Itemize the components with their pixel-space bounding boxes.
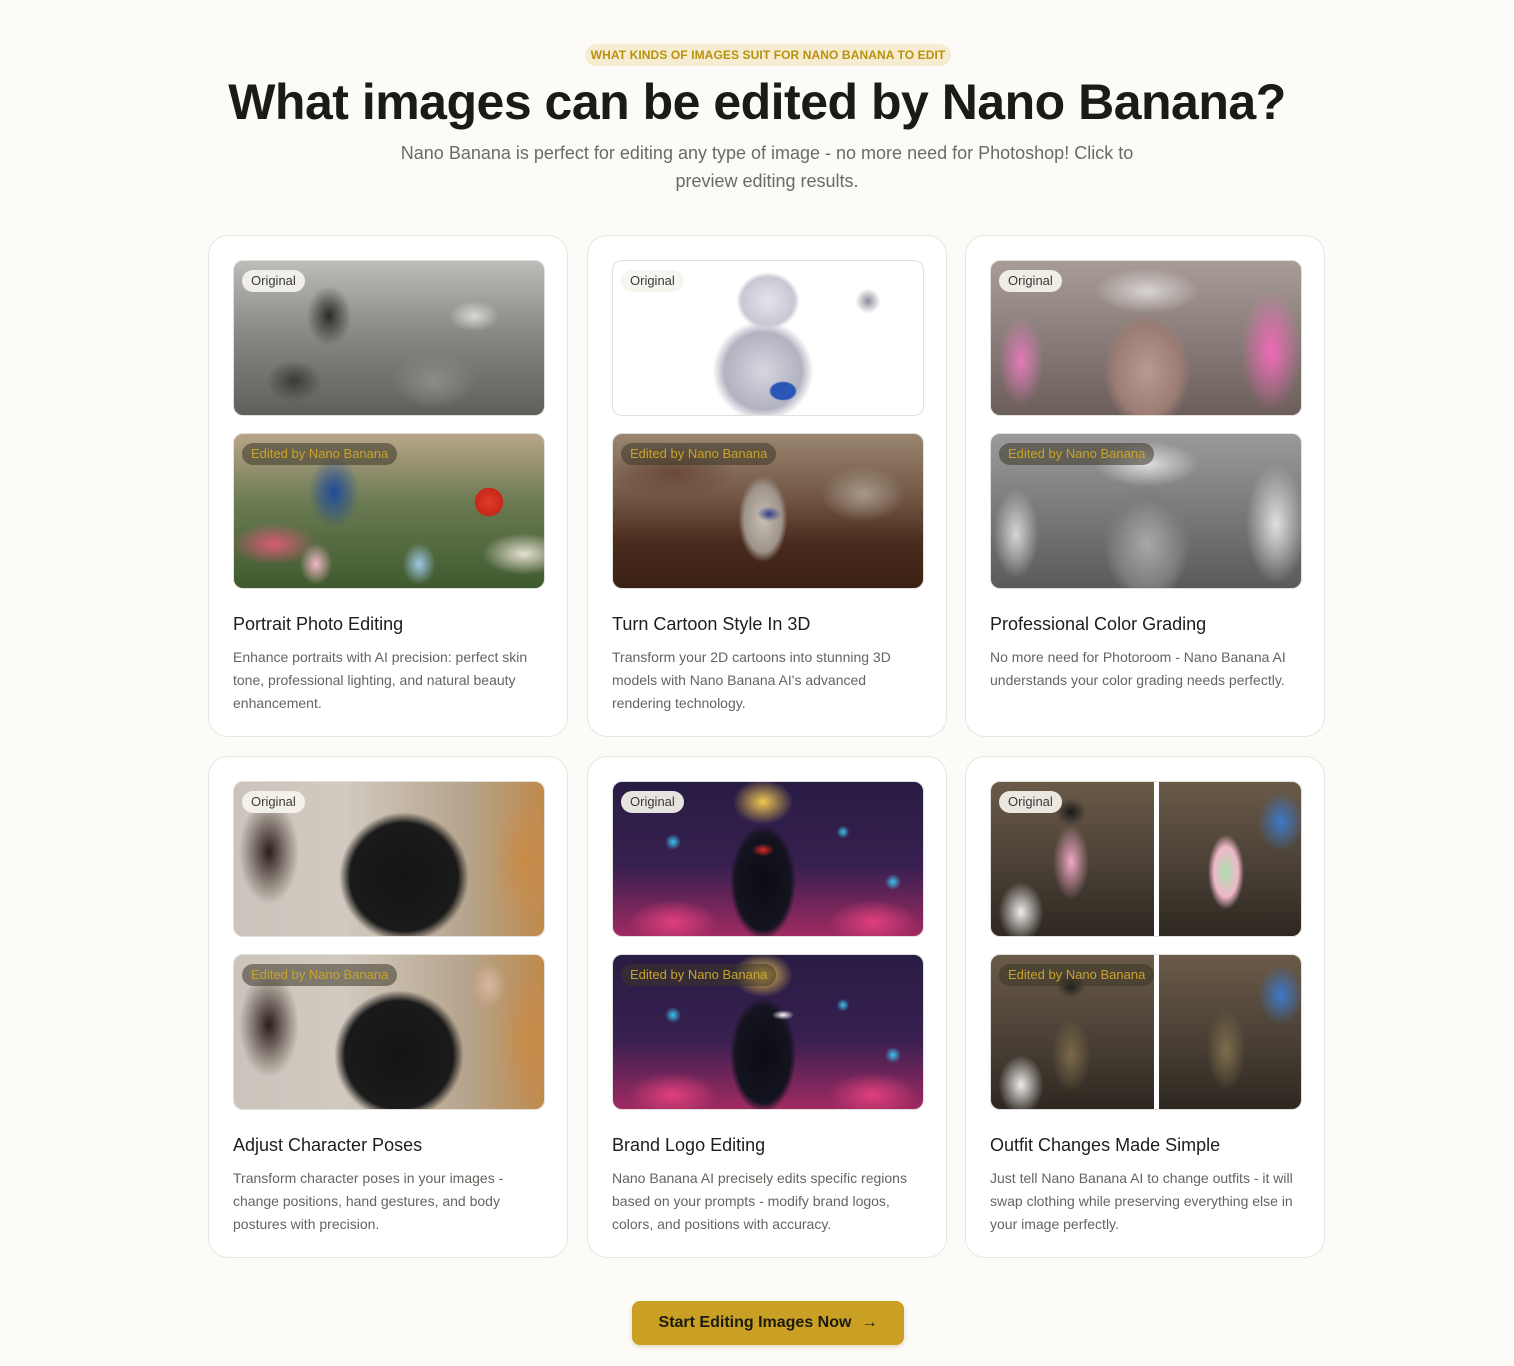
edited-image-outfit[interactable]: Edited by Nano Banana xyxy=(990,954,1302,1110)
edited-image-poses[interactable]: Edited by Nano Banana xyxy=(233,954,545,1110)
edited-image-brand[interactable]: Edited by Nano Banana xyxy=(612,954,924,1110)
original-image-outfit[interactable]: Original xyxy=(990,781,1302,937)
card-portrait-photo-editing[interactable]: Original Edited by Nano Banana Portrait … xyxy=(208,235,568,737)
card-description: No more need for Photoroom - Nano Banana… xyxy=(990,649,1286,688)
edited-tag: Edited by Nano Banana xyxy=(999,964,1155,986)
start-editing-button[interactable]: Start Editing Images Now → xyxy=(632,1301,904,1345)
card-description: Enhance portraits with AI precision: per… xyxy=(233,649,528,711)
original-tag: Original xyxy=(242,270,305,292)
card-brand-logo[interactable]: Original Edited by Nano Banana Brand Log… xyxy=(587,756,947,1258)
card-character-poses[interactable]: Original Edited by Nano Banana Adjust Ch… xyxy=(208,756,568,1258)
original-tag: Original xyxy=(242,791,305,813)
section-title: What images can be edited by Nano Banana… xyxy=(228,74,1286,130)
card-title: Outfit Changes Made Simple xyxy=(990,1135,1221,1155)
arrow-right-icon: → xyxy=(861,1314,878,1331)
edited-tag: Edited by Nano Banana xyxy=(242,443,398,465)
section-subtitle: Nano Banana is perfect for editing any t… xyxy=(400,143,1134,191)
edited-tag: Edited by Nano Banana xyxy=(621,443,777,465)
original-image-cartoon[interactable]: Original xyxy=(612,260,924,416)
edited-tag: Edited by Nano Banana xyxy=(999,443,1155,465)
card-description: Just tell Nano Banana AI to change outfi… xyxy=(990,1170,1293,1232)
image-divider xyxy=(1154,782,1159,936)
card-title: Brand Logo Editing xyxy=(612,1135,766,1155)
card-cartoon-3d[interactable]: Original Edited by Nano Banana Turn Cart… xyxy=(587,235,947,737)
card-description: Transform your 2D cartoons into stunning… xyxy=(612,649,891,711)
edited-tag: Edited by Nano Banana xyxy=(242,964,398,986)
card-title: Adjust Character Poses xyxy=(233,1135,423,1155)
original-tag: Original xyxy=(621,791,684,813)
card-title: Professional Color Grading xyxy=(990,614,1207,634)
original-tag: Original xyxy=(999,270,1062,292)
edited-tag: Edited by Nano Banana xyxy=(621,964,777,986)
edited-image-cartoon[interactable]: Edited by Nano Banana xyxy=(612,433,924,589)
card-title: Portrait Photo Editing xyxy=(233,614,404,634)
card-outfit-changes[interactable]: Original Edited by Nano Banana Outfit Ch… xyxy=(965,756,1325,1258)
original-image-portrait[interactable]: Original xyxy=(233,260,545,416)
card-description: Transform character poses in your images… xyxy=(233,1170,504,1232)
original-tag: Original xyxy=(999,791,1062,813)
card-title: Turn Cartoon Style In 3D xyxy=(612,614,811,634)
edited-image-color-grading[interactable]: Edited by Nano Banana xyxy=(990,433,1302,589)
card-color-grading[interactable]: Original Edited by Nano Banana Professio… xyxy=(965,235,1325,737)
image-divider xyxy=(1154,955,1159,1109)
edited-image-portrait[interactable]: Edited by Nano Banana xyxy=(233,433,545,589)
original-image-poses[interactable]: Original xyxy=(233,781,545,937)
section-eyebrow-badge: WHAT KINDS OF IMAGES SUIT FOR NANO BANAN… xyxy=(585,44,951,66)
start-editing-button-label: Start Editing Images Now xyxy=(658,1314,852,1331)
card-description: Nano Banana AI precisely edits specific … xyxy=(612,1170,907,1232)
original-image-brand[interactable]: Original xyxy=(612,781,924,937)
original-tag: Original xyxy=(621,270,684,292)
original-image-color-grading[interactable]: Original xyxy=(990,260,1302,416)
